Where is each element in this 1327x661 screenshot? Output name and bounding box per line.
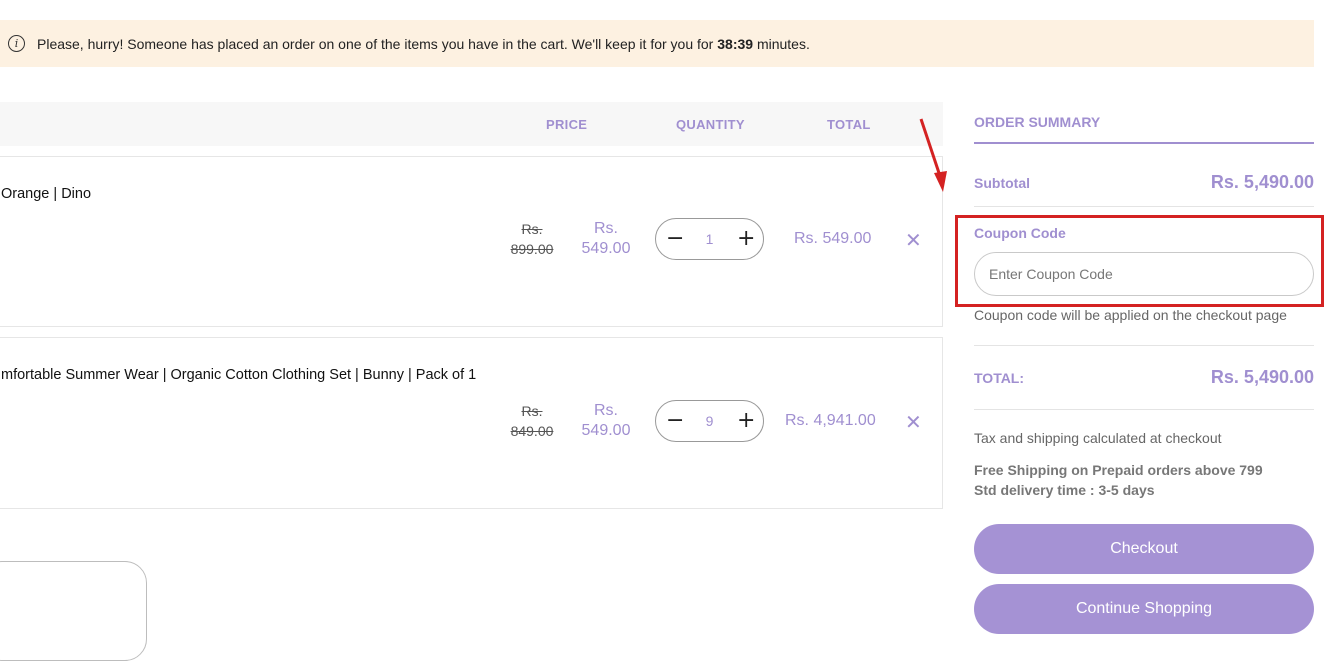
order-note-field[interactable] [0, 561, 147, 661]
subtotal-value: Rs. 5,490.00 [1210, 172, 1314, 192]
tax-note: Tax and shipping calculated at checkout [974, 430, 1222, 446]
summary-divider [974, 345, 1314, 346]
shipping-info: Free Shipping on Prepaid orders above 79… [974, 462, 1263, 498]
banner-timer: 38:39 [717, 35, 754, 52]
banner-message: Please, hurry! Someone has placed an ord… [37, 35, 810, 52]
checkout-button[interactable]: Checkout [974, 524, 1314, 574]
item-old-price: Rs. 899.00 [510, 221, 554, 257]
item-name[interactable]: mfortable Summer Wear | Organic Cotton C… [1, 367, 476, 383]
quantity-value[interactable]: 1 [706, 231, 714, 247]
item-name[interactable]: Orange | Dino [1, 186, 91, 202]
quantity-stepper[interactable]: − 9 + [655, 400, 764, 442]
total-value: Rs. 5,490.00 [1210, 367, 1314, 387]
annotation-arrow-icon [919, 118, 947, 192]
coupon-highlight-box [955, 215, 1324, 307]
total-header: TOTAL [827, 117, 871, 132]
total-label: TOTAL: [974, 370, 1025, 386]
summary-divider [974, 142, 1314, 144]
quantity-header: QUANTITY [676, 117, 745, 132]
summary-divider [974, 206, 1314, 207]
minus-icon[interactable]: − [666, 228, 684, 250]
item-total: Rs. 4,941.00 [785, 412, 876, 429]
remove-item-icon[interactable]: ✕ [905, 228, 922, 252]
minus-icon[interactable]: − [666, 410, 684, 432]
plus-icon[interactable]: + [737, 410, 755, 432]
urgency-banner: i Please, hurry! Someone has placed an o… [0, 20, 1314, 67]
item-sale-price: Rs. 549.00 [581, 220, 631, 257]
item-total: Rs. 549.00 [794, 230, 872, 247]
subtotal-label: Subtotal [974, 175, 1030, 191]
remove-item-icon[interactable]: ✕ [905, 410, 922, 434]
order-summary-title: ORDER SUMMARY [974, 114, 1101, 130]
item-old-price: Rs. 849.00 [510, 403, 554, 439]
info-icon: i [8, 35, 25, 52]
plus-icon[interactable]: + [737, 228, 755, 250]
quantity-stepper[interactable]: − 1 + [655, 218, 764, 260]
price-header: PRICE [546, 117, 588, 132]
summary-divider [974, 409, 1314, 410]
cart-item: mfortable Summer Wear | Organic Cotton C… [0, 337, 943, 509]
cart-item: Orange | Dino Rs. 899.00 Rs. 549.00 − 1 … [0, 156, 943, 327]
continue-shopping-button[interactable]: Continue Shopping [974, 584, 1314, 634]
quantity-value[interactable]: 9 [706, 413, 714, 429]
coupon-note: Coupon code will be applied on the check… [974, 307, 1287, 323]
cart-table-header: PRICE QUANTITY TOTAL [0, 102, 943, 146]
item-sale-price: Rs. 549.00 [581, 402, 631, 439]
